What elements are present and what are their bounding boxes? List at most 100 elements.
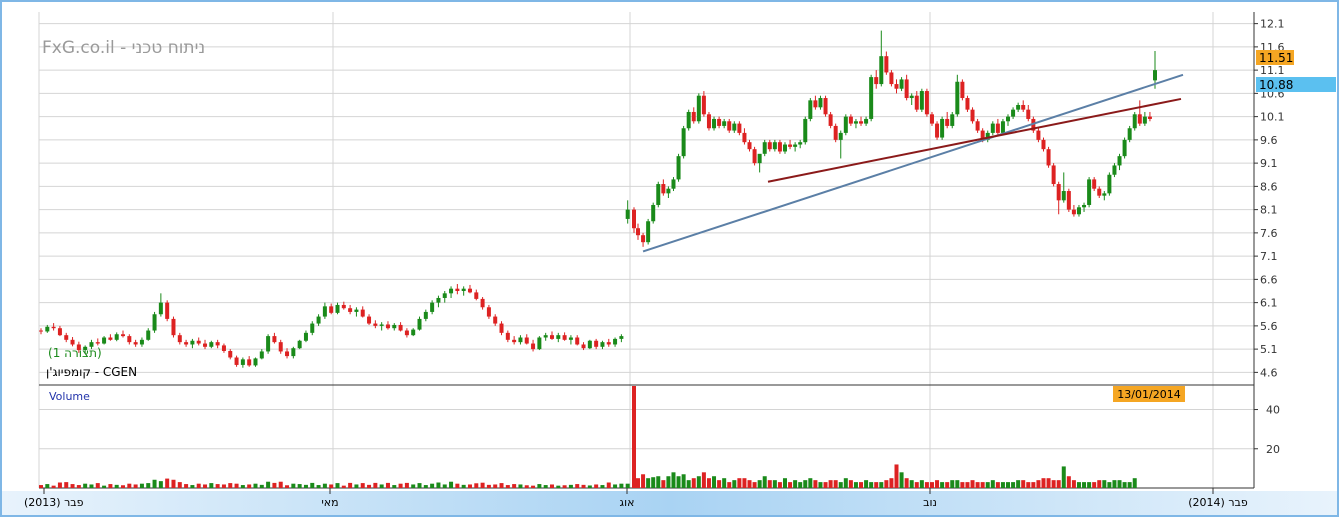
volume-bar — [221, 484, 226, 488]
candle-body — [259, 351, 264, 359]
volume-bar — [404, 482, 409, 488]
volume-bar — [651, 477, 656, 488]
candle-body — [430, 302, 435, 312]
volume-bar — [793, 480, 798, 488]
volume-bar — [70, 484, 75, 488]
volume-bar — [894, 464, 899, 488]
candle-body — [417, 318, 422, 330]
candle-body — [864, 118, 869, 124]
volume-bar — [398, 483, 403, 488]
volume-bar — [879, 482, 884, 488]
x-tick-label: מאי — [321, 496, 338, 509]
volume-bar — [1107, 482, 1112, 488]
volume-bar — [543, 485, 548, 488]
volume-bar — [190, 485, 195, 488]
candle-body — [341, 304, 346, 309]
candle-body — [1026, 109, 1031, 119]
candle-body — [632, 209, 636, 229]
candle-body — [788, 144, 793, 147]
candle-body — [474, 292, 479, 299]
volume-bar — [919, 480, 924, 488]
candle-body — [619, 336, 624, 339]
candle-body — [666, 188, 671, 194]
volume-bar — [537, 484, 542, 488]
volume-bar — [990, 480, 995, 488]
candle-body — [661, 184, 666, 194]
volume-bar — [1112, 480, 1117, 488]
volume-bar — [945, 482, 950, 488]
volume-bar — [556, 485, 561, 488]
candle-body — [1000, 121, 1005, 133]
volume-bar — [717, 480, 722, 488]
volume-bar — [970, 480, 975, 488]
candle-body — [859, 121, 864, 124]
volume-bar — [1097, 480, 1102, 488]
volume-bar — [480, 482, 485, 488]
volume-bar — [757, 480, 762, 488]
candle-body — [717, 118, 722, 126]
candle-body — [152, 314, 157, 331]
candle-body — [360, 309, 365, 317]
candle-body — [543, 335, 548, 338]
volume-bar — [379, 484, 384, 488]
candle-body — [367, 316, 372, 324]
candle-body — [600, 342, 605, 347]
candle-body — [818, 98, 823, 108]
volume-label: Volume — [49, 390, 90, 403]
view-label: (תצורה 1) — [48, 346, 102, 360]
volume-bar — [215, 484, 220, 488]
volume-bar — [1051, 480, 1056, 488]
volume-bar — [1071, 480, 1076, 488]
candle-body — [914, 95, 919, 110]
candle-body — [486, 307, 491, 317]
volume-bar — [64, 482, 69, 488]
price-tick-label: 7.6 — [1260, 227, 1278, 240]
candle-body — [828, 114, 833, 126]
volume-bar — [1041, 478, 1046, 488]
volume-bar — [461, 484, 466, 488]
volume-bar — [285, 485, 290, 488]
volume-bar — [696, 476, 701, 488]
candle-body — [221, 345, 226, 351]
candle-body — [114, 334, 119, 340]
candle-body — [285, 351, 290, 357]
volume-bar — [737, 478, 742, 488]
candle-body — [133, 342, 138, 345]
candle-body — [1011, 109, 1016, 117]
candle-body — [322, 306, 327, 317]
volume-bar — [430, 483, 435, 488]
candle-body — [335, 304, 340, 313]
candle-body — [436, 297, 441, 303]
candle-body — [965, 98, 970, 110]
candle-body — [1092, 179, 1097, 189]
candle-body — [499, 323, 504, 333]
volume-bar — [1021, 480, 1026, 488]
volume-bar — [297, 484, 302, 488]
volume-bar — [1016, 480, 1021, 488]
candle-body — [884, 56, 889, 73]
price-tick-label: 5.1 — [1260, 343, 1278, 356]
volume-bar — [828, 480, 833, 488]
volume-bar — [505, 485, 510, 488]
volume-bar — [833, 480, 838, 488]
volume-bar — [762, 476, 767, 488]
volume-bar — [1127, 482, 1132, 488]
candle-body — [209, 342, 214, 347]
candle-body — [990, 123, 995, 133]
candle-body — [701, 95, 706, 115]
candle-body — [423, 311, 428, 319]
candle-body — [467, 288, 472, 293]
candle-body — [1076, 207, 1081, 215]
volume-bar — [158, 481, 163, 488]
volume-bar — [864, 480, 869, 488]
candle-body — [537, 337, 542, 350]
candle-body — [646, 221, 651, 243]
candle-body — [975, 121, 980, 131]
volume-bar — [1061, 466, 1066, 488]
candle-body — [1016, 105, 1021, 110]
candle-body — [874, 77, 879, 85]
candle-body — [737, 123, 742, 133]
candle-body — [1061, 191, 1066, 201]
price-tick-label: 12.1 — [1260, 18, 1285, 31]
volume-bar — [581, 484, 586, 488]
